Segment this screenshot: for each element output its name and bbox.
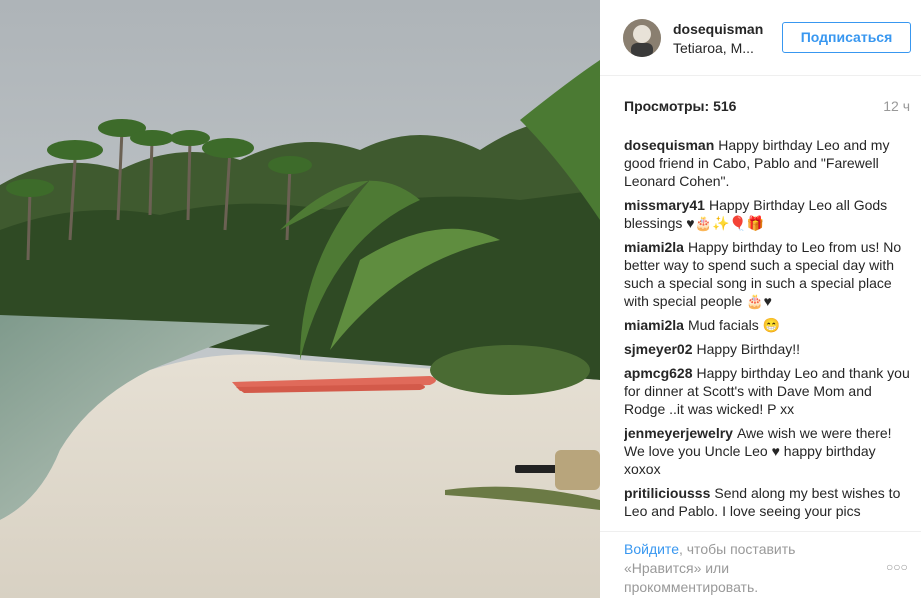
post-location[interactable]: Tetiaroa, M... — [673, 40, 754, 56]
post-side-panel: dosequisman Tetiaroa, M... Подписаться П… — [600, 0, 921, 598]
post-author-username[interactable]: dosequisman — [673, 21, 763, 37]
comment-item: miami2la Happy birthday to Leo from us! N… — [624, 238, 910, 310]
follow-button[interactable]: Подписаться — [782, 22, 911, 53]
comment-item: dosequisman Happy birthday Leo and my goo… — [624, 136, 910, 190]
comment-username[interactable]: missmary41 — [624, 197, 705, 213]
post-footer: Войдите, чтобы поставить «Нравится» или … — [600, 531, 921, 598]
post-time[interactable]: 12 ч — [883, 98, 910, 114]
comment-item: missmary41 Happy Birthday Leo all Gods bl… — [624, 196, 910, 232]
comment-username[interactable]: jenmeyerjewelry — [624, 425, 733, 441]
views-row: Просмотры: 516 12 ч — [624, 98, 910, 114]
comment-item: jenmeyerjewelry Awe wish we were there! W… — [624, 424, 910, 478]
comment-username[interactable]: miami2la — [624, 239, 684, 255]
comment-text: Mud facials 😁 — [687, 317, 781, 333]
comment-username[interactable]: apmcg628 — [624, 365, 692, 381]
comment-text: Happy Birthday!! — [696, 341, 801, 357]
post-photo[interactable] — [0, 0, 600, 598]
views-label: Просмотры: — [624, 98, 710, 114]
comment-item: sjmeyer02 Happy Birthday!! — [624, 340, 910, 358]
comment-username[interactable]: pritiliciousss — [624, 485, 710, 501]
more-options-icon[interactable]: ○○○ — [886, 560, 908, 574]
avatar-image — [623, 19, 661, 57]
comments-list[interactable]: dosequisman Happy birthday Leo and my goo… — [624, 136, 910, 524]
post-header: dosequisman Tetiaroa, M... Подписаться — [600, 0, 921, 76]
login-link[interactable]: Войдите — [624, 541, 679, 557]
comment-username[interactable]: sjmeyer02 — [624, 341, 693, 357]
login-prompt: Войдите, чтобы поставить «Нравится» или … — [624, 540, 854, 597]
beach-photo-image — [0, 0, 600, 598]
comment-item: miami2la Mud facials 😁 — [624, 316, 910, 334]
comment-item: pritiliciousss Send along my best wishes … — [624, 484, 910, 520]
comment-username[interactable]: dosequisman — [624, 137, 714, 153]
views-count: 516 — [713, 98, 737, 114]
comment-item: apmcg628 Happy birthday Leo and thank you… — [624, 364, 910, 418]
comment-username[interactable]: miami2la — [624, 317, 684, 333]
avatar[interactable] — [623, 19, 661, 57]
